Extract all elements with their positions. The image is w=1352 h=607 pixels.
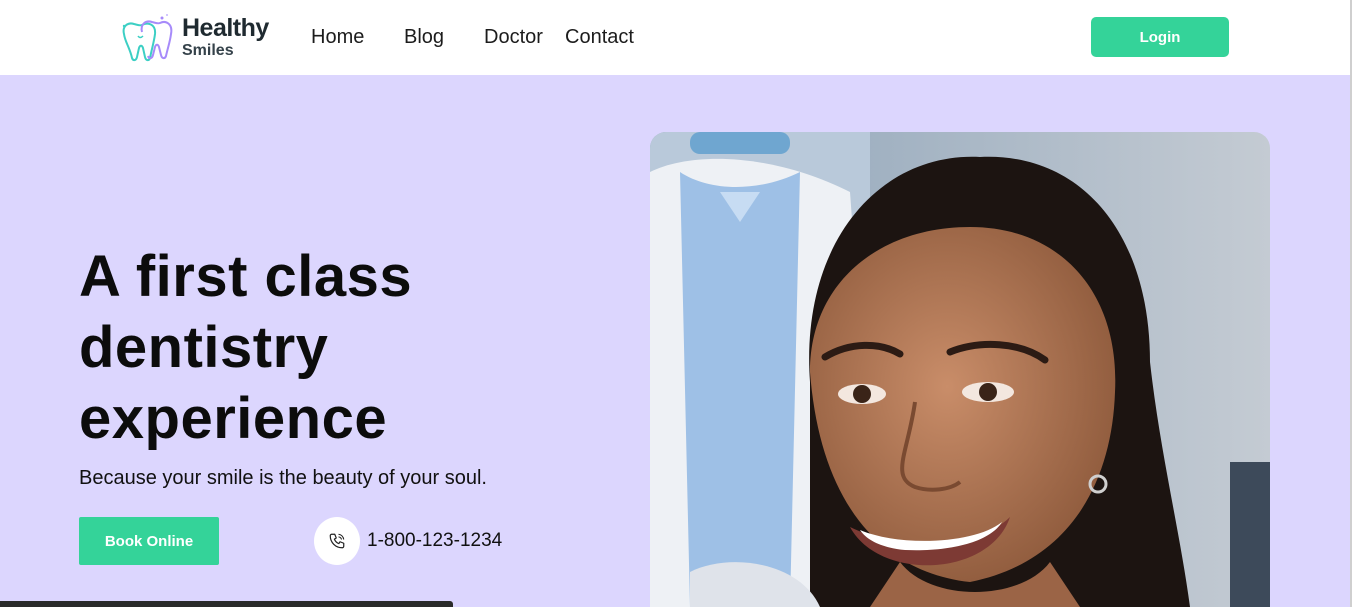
book-online-button[interactable]: Book Online xyxy=(79,517,219,565)
tooth-logo-icon xyxy=(122,14,173,62)
nav-doctor[interactable]: Doctor xyxy=(484,26,543,49)
brand-name: Healthy xyxy=(182,13,269,42)
headline-line-1: A first class xyxy=(79,244,413,309)
login-button[interactable]: Login xyxy=(1091,17,1229,57)
hero-headline: A first class dentistry experience xyxy=(79,241,539,454)
phone-number[interactable]: 1-800-123-1234 xyxy=(367,530,502,552)
phone-button[interactable] xyxy=(314,517,360,565)
brand-subname: Smiles xyxy=(182,41,234,59)
hero-tagline: Because your smile is the beauty of your… xyxy=(79,467,487,489)
hero-section: A first class dentistry experience Becau… xyxy=(0,75,1350,607)
nav-blog[interactable]: Blog xyxy=(404,26,444,49)
brand-logo[interactable]: Healthy Smiles xyxy=(118,12,269,62)
bottom-overlay-bar xyxy=(0,601,453,607)
nav-home[interactable]: Home xyxy=(311,26,364,49)
headline-line-2: dentistry xyxy=(79,315,329,380)
headline-line-3: experience xyxy=(79,386,388,451)
phone-icon xyxy=(329,533,345,549)
site-header: Healthy Smiles Home Blog Doctor Contact … xyxy=(0,0,1352,75)
hero-photo xyxy=(650,132,1270,607)
nav-contact[interactable]: Contact xyxy=(565,26,634,49)
